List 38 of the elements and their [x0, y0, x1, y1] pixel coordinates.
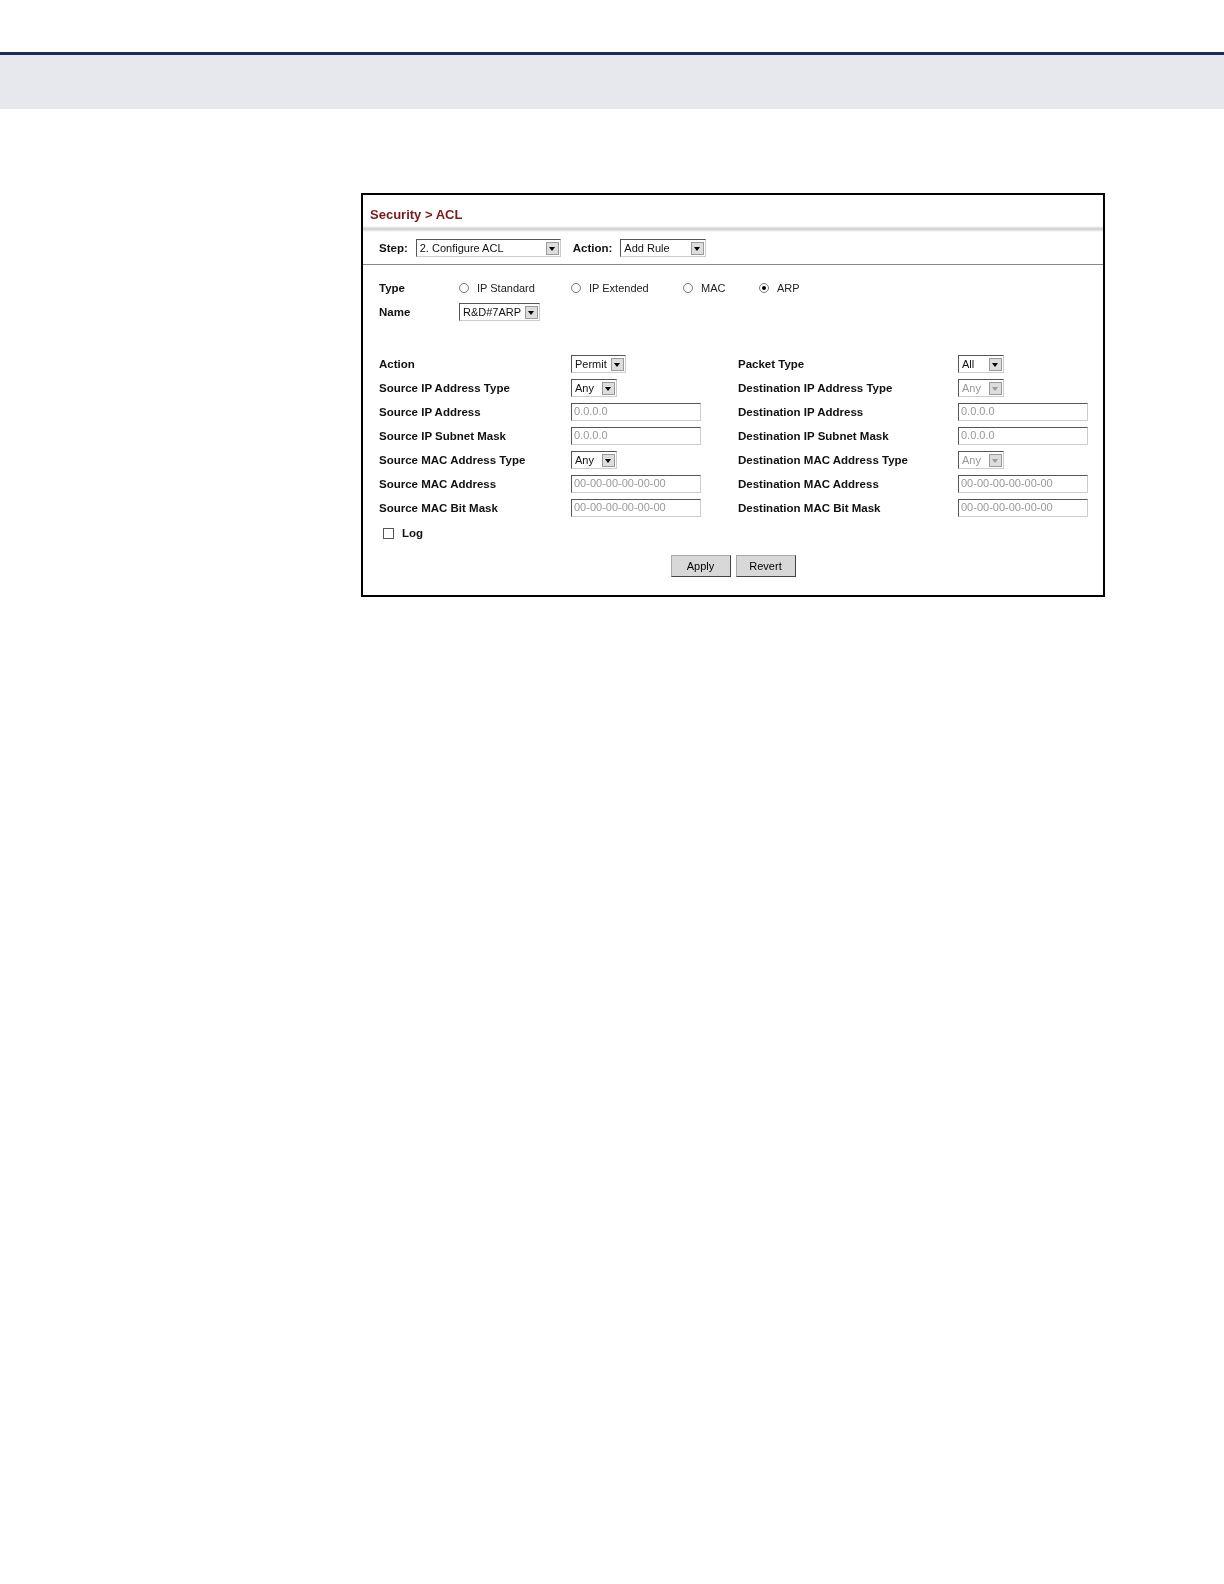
field-label: Destination IP Address: [738, 406, 865, 418]
dropdown[interactable]: Any: [571, 451, 617, 469]
field-label: Destination MAC Address: [738, 478, 880, 490]
radio-label: ARP: [777, 282, 800, 294]
radio-button[interactable]: [571, 283, 581, 293]
field-label: Source IP Address Type: [379, 382, 511, 394]
name-label: Name: [379, 306, 412, 318]
breadcrumb: Security > ACL: [369, 206, 464, 224]
radio-button[interactable]: [459, 283, 469, 293]
checkbox[interactable]: [383, 527, 394, 539]
type-label: Type: [379, 282, 406, 294]
radio-button[interactable]: [759, 283, 769, 293]
step-dropdown[interactable]: 2. Configure ACL: [415, 239, 561, 257]
field-label: Destination IP Subnet Mask: [738, 430, 890, 442]
radio-label: IP Standard: [477, 282, 535, 294]
field-label: Source MAC Bit Mask: [379, 502, 499, 514]
field-label: Packet Type: [738, 358, 806, 370]
field-label: Source MAC Address Type: [379, 454, 527, 466]
dropdown[interactable]: Permit: [571, 355, 626, 373]
field-label: Source IP Subnet Mask: [379, 430, 507, 442]
radio-button[interactable]: [683, 283, 693, 293]
field-label: Destination IP Address Type: [738, 382, 894, 394]
field-label: Destination MAC Bit Mask: [738, 502, 882, 514]
field-label: Action: [379, 358, 416, 370]
radio-label: IP Extended: [589, 282, 649, 294]
radio-label: MAC: [701, 282, 726, 294]
dropdown[interactable]: All: [958, 355, 1004, 373]
dropdown[interactable]: Any: [571, 379, 617, 397]
field-label: Source IP Address: [379, 406, 482, 418]
log-label: Log: [402, 527, 424, 539]
action-dropdown[interactable]: Add Rule: [620, 239, 707, 257]
field-label: Destination MAC Address Type: [738, 454, 909, 466]
form-button[interactable]: Apply: [670, 555, 731, 577]
step-label: Step:: [379, 242, 408, 254]
action-label: Action:: [572, 242, 613, 254]
field-label: Source MAC Address: [379, 478, 498, 490]
form-button[interactable]: Revert: [735, 555, 796, 577]
name-dropdown[interactable]: R&D#7ARP: [459, 303, 541, 321]
